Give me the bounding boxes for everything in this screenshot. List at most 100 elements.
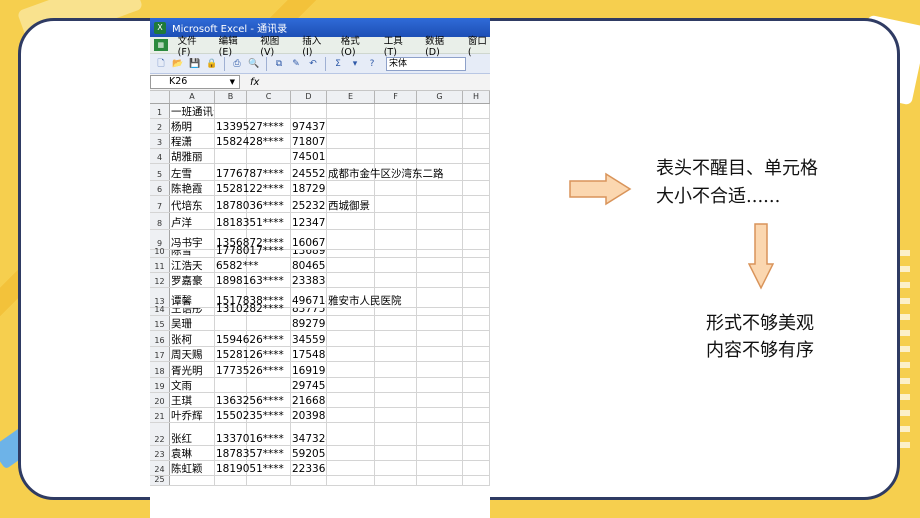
cell-name[interactable]: 代培东	[170, 196, 215, 212]
cell-phone[interactable]	[215, 476, 247, 485]
cell-empty[interactable]	[463, 288, 490, 307]
cell-empty[interactable]	[375, 347, 417, 361]
cell-name[interactable]: 胥光明	[170, 362, 215, 377]
column-header[interactable]: A	[170, 91, 215, 103]
cell-name[interactable]: 张柯	[170, 331, 215, 346]
cell-empty[interactable]	[247, 378, 291, 392]
cell-phone[interactable]	[215, 104, 247, 118]
cell-empty[interactable]	[375, 104, 417, 118]
cell-name[interactable]: 叶乔辉	[170, 408, 215, 422]
cell-name[interactable]: 杨明	[170, 119, 215, 133]
cell-empty[interactable]	[247, 104, 291, 118]
cell-home-phone[interactable]: 13689210**	[291, 250, 327, 257]
cell-empty[interactable]	[417, 181, 463, 195]
cell-phone[interactable]: 1363256****	[215, 393, 284, 407]
row-header[interactable]: 25	[150, 476, 170, 485]
cell-empty[interactable]	[463, 149, 490, 163]
row-header[interactable]: 2	[150, 119, 170, 133]
cell-name[interactable]: 张红	[170, 423, 215, 445]
cell-home-phone[interactable]: 9743793**	[291, 119, 327, 133]
cell-address[interactable]	[327, 393, 375, 407]
cell-empty[interactable]	[463, 393, 490, 407]
cell-address[interactable]	[327, 134, 375, 148]
cell-empty[interactable]	[463, 230, 490, 249]
cell-address[interactable]	[327, 362, 375, 377]
cell-home-phone[interactable]: 123473**	[291, 213, 327, 229]
autosum-icon[interactable]: Σ	[331, 57, 345, 71]
cell-phone[interactable]	[215, 378, 247, 392]
cell-empty[interactable]	[375, 408, 417, 422]
cell-empty[interactable]	[463, 273, 490, 287]
cell-address[interactable]	[327, 331, 375, 346]
cell-phone[interactable]: 1898163****	[215, 273, 284, 287]
cell-empty[interactable]	[375, 308, 417, 315]
cell-empty[interactable]	[375, 423, 417, 445]
function-icon[interactable]: fx	[250, 77, 259, 88]
cell-phone[interactable]: 1818351****	[215, 213, 284, 229]
cell-address[interactable]: 雅安市人民医院	[327, 288, 402, 307]
cell-empty[interactable]	[417, 288, 463, 307]
row-header[interactable]: 17	[150, 347, 170, 361]
row-header[interactable]: 5	[150, 164, 170, 180]
cell-home-phone[interactable]: 29745800**	[291, 378, 327, 392]
cell-home-phone[interactable]: 18729173**	[291, 181, 327, 195]
cell-home-phone[interactable]: 2455290	[291, 164, 327, 180]
cell-empty[interactable]	[375, 181, 417, 195]
cell-name[interactable]: 陈雪	[170, 250, 215, 257]
cell-empty[interactable]	[417, 104, 463, 118]
menu-window[interactable]: 窗口(	[468, 33, 490, 58]
cell-address[interactable]	[327, 347, 375, 361]
cell-empty[interactable]	[463, 104, 490, 118]
cell-home-phone[interactable]: 17548745**	[291, 347, 327, 361]
cell-address[interactable]	[327, 181, 375, 195]
row-header[interactable]: 14	[150, 306, 170, 315]
cell-address[interactable]	[327, 104, 375, 118]
column-header[interactable]: H	[463, 91, 490, 103]
cell-empty[interactable]	[375, 250, 417, 257]
cell-phone[interactable]: 1339527****	[215, 119, 284, 133]
cell-empty[interactable]	[417, 423, 463, 445]
workbook-icon[interactable]: ▦	[154, 39, 168, 51]
cell-address[interactable]	[327, 149, 375, 163]
cell-phone[interactable]: 1878357****	[215, 446, 284, 460]
row-header[interactable]: 19	[150, 378, 170, 392]
menu-edit[interactable]: 编辑(E)	[219, 33, 251, 58]
row-header[interactable]: 3	[150, 134, 170, 148]
cell-name[interactable]: 陈虹颖	[170, 461, 215, 475]
cell-phone[interactable]: 6582***	[215, 258, 258, 272]
cell-empty[interactable]	[463, 423, 490, 445]
cell-phone[interactable]: 1528122****	[215, 181, 284, 195]
cell-home-phone[interactable]: 7180752**	[291, 134, 327, 148]
cell-home-phone[interactable]: 21668809**	[291, 393, 327, 407]
cell-name[interactable]: 陈艳霞	[170, 181, 215, 195]
cell-address[interactable]	[327, 119, 375, 133]
cell-empty[interactable]	[463, 250, 490, 257]
cell-empty[interactable]	[463, 258, 490, 272]
cell-address[interactable]	[327, 273, 375, 287]
cell-empty[interactable]	[417, 461, 463, 475]
name-box[interactable]: K26 ▼	[150, 75, 240, 89]
row-header[interactable]: 7	[150, 196, 170, 212]
cell-empty[interactable]	[463, 362, 490, 377]
cell-empty[interactable]	[375, 331, 417, 346]
cell-empty[interactable]	[375, 258, 417, 272]
row-header[interactable]: 6	[150, 181, 170, 195]
cell-name[interactable]: 王琪	[170, 393, 215, 407]
cell-name[interactable]: 一班通讯录	[170, 104, 215, 118]
cell-home-phone[interactable]: 7450159**	[291, 149, 327, 163]
help-icon[interactable]: ?	[365, 57, 379, 71]
chevron-down-icon[interactable]: ▼	[230, 76, 235, 88]
cell-empty[interactable]	[375, 393, 417, 407]
cell-home-phone[interactable]: 20398340**	[291, 408, 327, 422]
cell-name[interactable]: 谭馨	[170, 288, 215, 307]
row-header[interactable]: 1	[150, 104, 170, 118]
cell-empty[interactable]	[375, 149, 417, 163]
row-header[interactable]: 11	[150, 258, 170, 272]
menu-tools[interactable]: 工具(T)	[384, 33, 415, 58]
cell-phone[interactable]: 1582428****	[215, 134, 284, 148]
cell-empty[interactable]	[417, 393, 463, 407]
cell-home-phone[interactable]: 16919765**	[291, 362, 327, 377]
column-header[interactable]: E	[327, 91, 375, 103]
cell-home-phone[interactable]: 4967148	[291, 288, 327, 307]
menu-insert[interactable]: 插入(I)	[302, 33, 330, 58]
